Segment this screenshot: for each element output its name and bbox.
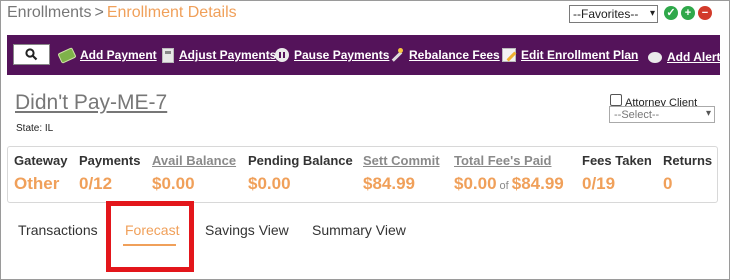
- attorney-select[interactable]: --Select-- ▾: [609, 106, 715, 123]
- adjust-payments-button[interactable]: Adjust Payments: [162, 47, 276, 63]
- stat-value-of: of: [499, 180, 509, 192]
- pause-payments-button[interactable]: Pause Payments: [275, 47, 389, 63]
- stat-label: Fees Taken: [582, 153, 652, 168]
- calculator-icon: [162, 47, 174, 63]
- attorney-client-checkbox[interactable]: [610, 94, 622, 106]
- magic-wand-icon: [389, 47, 404, 63]
- chevron-down-icon: ▾: [705, 108, 711, 119]
- stat-label: Pending Balance: [248, 153, 353, 168]
- add-alert-label: Add Alert: [667, 50, 721, 64]
- stat-value: 0/19: [582, 174, 616, 193]
- favorites-select[interactable]: --Favorites-- ▾: [569, 5, 658, 23]
- breadcrumb-separator: >: [94, 4, 104, 21]
- edit-icon: [502, 48, 516, 62]
- pause-icon: [275, 48, 289, 62]
- action-toolbar: Add Payment Adjust Payments Pause Paymen…: [7, 35, 721, 75]
- avail-balance-link[interactable]: Avail Balance: [152, 153, 236, 168]
- favorites-selected-value: --Favorites--: [573, 7, 639, 21]
- search-icon: [25, 48, 38, 61]
- stat-value-group: $0.00 of $84.99: [454, 174, 564, 194]
- search-button[interactable]: [13, 44, 50, 65]
- stat-value: Other: [14, 174, 60, 193]
- total-fees-paid-link[interactable]: Total Fee's Paid: [454, 153, 552, 168]
- stat-value: 0: [663, 174, 673, 193]
- tab-transactions[interactable]: Transactions: [18, 222, 98, 238]
- annotation-highlight-box: [106, 201, 194, 272]
- rebalance-fees-label: Rebalance Fees: [409, 48, 500, 62]
- breadcrumb: Enrollments > Enrollment Details: [7, 4, 237, 22]
- add-payment-button[interactable]: Add Payment: [57, 46, 157, 64]
- chevron-down-icon: ▾: [649, 8, 655, 19]
- tab-savings-view[interactable]: Savings View: [205, 222, 289, 238]
- stat-value: $0.00: [248, 174, 291, 193]
- edit-enrollment-plan-label: Edit Enrollment Plan: [521, 48, 639, 62]
- breadcrumb-root[interactable]: Enrollments: [7, 4, 91, 21]
- rebalance-fees-button[interactable]: Rebalance Fees: [389, 47, 500, 63]
- tab-summary-view[interactable]: Summary View: [312, 222, 406, 238]
- breadcrumb-current: Enrollment Details: [106, 4, 237, 21]
- sett-commit-link[interactable]: Sett Commit: [363, 153, 440, 168]
- pause-payments-label: Pause Payments: [294, 48, 390, 62]
- edit-enrollment-plan-button[interactable]: Edit Enrollment Plan: [502, 47, 638, 63]
- client-name-link[interactable]: Didn't Pay-ME-7: [15, 91, 167, 115]
- add-circle-icon[interactable]: +: [681, 6, 695, 20]
- stat-value: 0/12: [79, 174, 113, 193]
- adjust-payments-label: Adjust Payments: [179, 48, 277, 62]
- client-state: State: IL: [16, 123, 54, 134]
- stat-value: $0.00: [454, 174, 497, 193]
- stat-value: $84.99: [363, 174, 415, 193]
- stat-label: Payments: [79, 153, 141, 168]
- check-circle-icon[interactable]: ✓: [664, 6, 678, 20]
- stat-label: Returns: [663, 153, 713, 168]
- speech-bubble-icon: [648, 51, 662, 63]
- add-payment-label: Add Payment: [80, 48, 157, 62]
- stat-value: $0.00: [152, 174, 195, 193]
- stat-value-total: $84.99: [511, 174, 564, 193]
- money-icon: [57, 46, 77, 64]
- enrollment-stats-panel: Gateway Other Payments 0/12 Avail Balanc…: [7, 146, 718, 203]
- attorney-select-value: --Select--: [614, 108, 660, 121]
- add-alert-button[interactable]: Add Alert: [648, 49, 721, 65]
- remove-circle-icon[interactable]: −: [698, 6, 712, 20]
- stat-label: Gateway: [14, 153, 68, 168]
